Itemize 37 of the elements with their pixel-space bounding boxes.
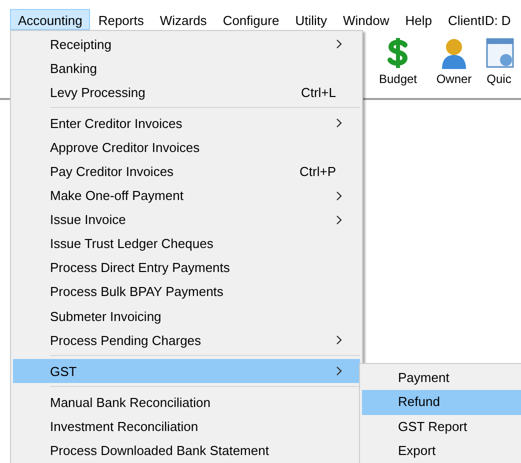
menu-item[interactable]: Issue Invoice	[13, 208, 360, 232]
menu-item[interactable]: GST	[13, 359, 360, 384]
menu-item[interactable]: Process Bulk BPAY Payments	[13, 280, 360, 304]
toolbar-label: Quic	[486, 72, 512, 86]
menu-item[interactable]: Issue Trust Ledger Cheques	[13, 232, 360, 256]
menu-item[interactable]: Approve Creditor Invoices	[13, 135, 360, 160]
menu-item[interactable]: GST Report	[362, 414, 521, 440]
menu-item[interactable]: Refund	[362, 390, 521, 415]
menu-item[interactable]: Process Direct Entry Payments	[13, 256, 360, 280]
toolbar-button[interactable]: Quic	[482, 30, 516, 98]
menu-item[interactable]: Enter Creditor Invoices	[13, 111, 360, 136]
menu-item[interactable]: Levy Processing Ctrl+L	[13, 80, 360, 104]
menubar-item[interactable]: Reports	[90, 9, 152, 30]
toolbar-label: Owner	[436, 72, 472, 86]
menu-item[interactable]: Payment	[362, 366, 521, 390]
menubar-item[interactable]: Accounting	[10, 9, 90, 30]
menu-item[interactable]: Process Pending Charges	[13, 328, 360, 352]
menubar-item[interactable]: ClientID: D	[440, 9, 519, 30]
menu-item[interactable]: Pay Creditor Invoices Ctrl+P	[13, 159, 360, 184]
menu-item[interactable]: Manual Bank Reconciliation	[13, 390, 360, 414]
menu-item[interactable]: Investment Reconciliation	[13, 414, 360, 438]
person-icon	[439, 36, 469, 70]
calendar-icon	[484, 36, 514, 70]
toolbar-button[interactable]: Budget	[370, 30, 426, 98]
menu-item[interactable]: Make One-off Payment	[13, 184, 360, 208]
menu-item[interactable]: Process Downloaded Bank Statement	[13, 438, 360, 463]
menubar-item[interactable]: Help	[397, 9, 440, 30]
menubar-item[interactable]: Utility	[287, 9, 335, 30]
menubar-item[interactable]: Configure	[214, 9, 288, 30]
menubar-item[interactable]: Window	[334, 9, 398, 30]
menu-item[interactable]: Receipting	[13, 32, 360, 56]
menu-item[interactable]: Export	[362, 439, 521, 463]
toolbar-label: Budget	[378, 72, 418, 86]
toolbar-button[interactable]: Owner	[426, 30, 482, 98]
menubar-item[interactable]: Wizards	[152, 9, 215, 30]
menu-item[interactable]: Submeter Invoicing	[13, 304, 360, 328]
menu-item[interactable]: Banking	[13, 56, 360, 80]
